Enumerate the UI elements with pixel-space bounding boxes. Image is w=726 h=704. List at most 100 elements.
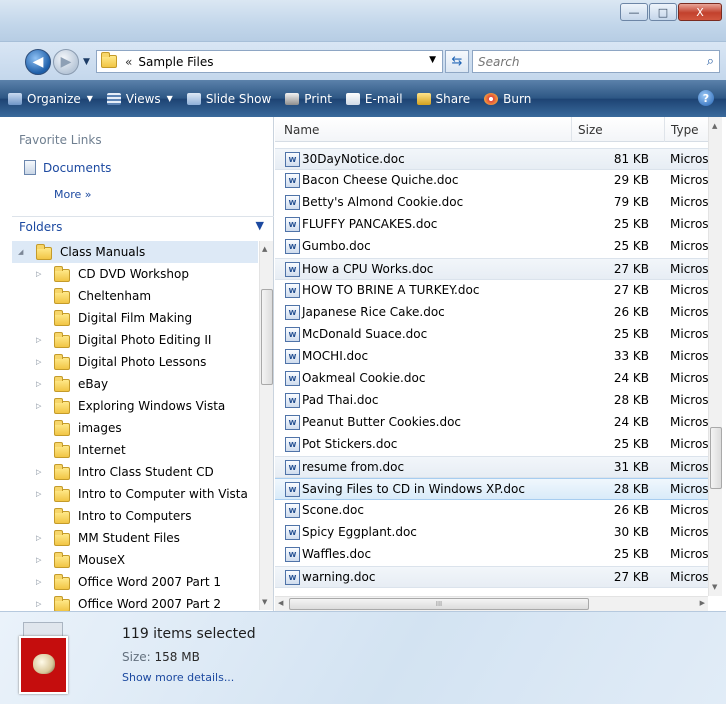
file-row[interactable]: W How a CPU Works.doc 27 KB Micros bbox=[275, 258, 708, 280]
file-row[interactable]: W Spicy Eggplant.doc 30 KB Micros bbox=[275, 522, 708, 544]
folder-tree-item[interactable]: images bbox=[12, 417, 258, 439]
file-size: 25 KB bbox=[613, 547, 649, 561]
file-row[interactable]: W Oakmeal Cookie.doc 24 KB Micros bbox=[275, 368, 708, 390]
folder-tree-scrollbar[interactable]: ▲ ▼ bbox=[259, 241, 273, 610]
burn-button[interactable]: Burn bbox=[484, 92, 531, 106]
expand-arrow-icon[interactable]: ▷ bbox=[36, 490, 41, 498]
file-list-vertical-scrollbar[interactable]: ▲ ▼ bbox=[708, 117, 722, 596]
scroll-up-icon[interactable]: ▲ bbox=[262, 245, 267, 253]
folder-tree-item[interactable]: ◢ Class Manuals bbox=[12, 241, 258, 263]
folder-tree-item[interactable]: ▷ eBay bbox=[12, 373, 258, 395]
help-button[interactable]: ? bbox=[698, 90, 714, 106]
expand-arrow-icon[interactable]: ▷ bbox=[36, 468, 41, 476]
scrollbar-thumb[interactable] bbox=[710, 427, 722, 489]
print-button[interactable]: Print bbox=[285, 92, 332, 106]
maximize-button[interactable]: □ bbox=[649, 3, 677, 21]
folder-tree-item[interactable]: Intro to Computers bbox=[12, 505, 258, 527]
file-type: Micros bbox=[670, 195, 708, 209]
folder-tree-item[interactable]: ▷ MouseX bbox=[12, 549, 258, 571]
close-button[interactable]: X bbox=[678, 3, 722, 21]
expand-arrow-icon[interactable]: ▷ bbox=[36, 534, 41, 542]
expand-arrow-icon[interactable]: ▷ bbox=[36, 270, 41, 278]
file-row[interactable]: W Pad Thai.doc 28 KB Micros bbox=[275, 390, 708, 412]
folder-tree-item[interactable]: Internet bbox=[12, 439, 258, 461]
file-row[interactable]: W Pot Stickers.doc 25 KB Micros bbox=[275, 434, 708, 456]
folder-tree-item[interactable]: ▷ Digital Photo Editing II bbox=[12, 329, 258, 351]
folder-tree-item[interactable]: ▷ Intro Class Student CD bbox=[12, 461, 258, 483]
search-input[interactable] bbox=[478, 54, 688, 69]
favorite-link-documents[interactable]: Documents bbox=[24, 160, 111, 175]
column-header-name[interactable]: Name bbox=[284, 123, 319, 137]
file-type: Micros bbox=[670, 460, 708, 474]
scrollbar-thumb[interactable] bbox=[261, 289, 273, 385]
breadcrumb-sample-files[interactable]: Sample Files bbox=[138, 55, 213, 69]
folders-header[interactable]: Folders ▼ bbox=[12, 216, 274, 236]
file-row[interactable]: W McDonald Suace.doc 25 KB Micros bbox=[275, 324, 708, 346]
email-button[interactable]: E-mail bbox=[345, 92, 403, 106]
expand-arrow-icon[interactable]: ▷ bbox=[36, 578, 41, 586]
column-header-size[interactable]: Size bbox=[578, 123, 603, 137]
expand-arrow-icon[interactable]: ▷ bbox=[36, 380, 41, 388]
file-row[interactable]: Wwarning.doc 27 KB Micros bbox=[275, 566, 708, 588]
views-button[interactable]: Views ▼ bbox=[106, 92, 173, 106]
folder-tree-item[interactable]: ▷ MM Student Files bbox=[12, 527, 258, 549]
file-row[interactable]: W Saving Files to CD in Windows XP.doc 28 … bbox=[275, 478, 708, 500]
organize-button[interactable]: Organize ▼ bbox=[8, 92, 93, 106]
address-dropdown-icon[interactable]: ▼ bbox=[429, 55, 436, 65]
expand-arrow-icon[interactable]: ▷ bbox=[36, 336, 41, 344]
scrollbar-thumb[interactable]: III bbox=[289, 598, 589, 610]
share-button[interactable]: Share bbox=[416, 92, 470, 106]
more-links[interactable]: More » bbox=[54, 188, 92, 201]
file-row[interactable]: W HOW TO BRINE A TURKEY.doc 27 KB Micros bbox=[275, 280, 708, 302]
back-button[interactable]: ◀ bbox=[25, 49, 51, 75]
file-row[interactable]: W 30DayNotice.doc 81 KB Micros bbox=[275, 148, 708, 170]
folder-tree-label: Digital Film Making bbox=[78, 311, 193, 325]
file-row[interactable]: W MOCHI.doc 33 KB Micros bbox=[275, 346, 708, 368]
search-box[interactable]: ⌕ bbox=[472, 50, 720, 73]
search-icon[interactable]: ⌕ bbox=[707, 54, 714, 69]
column-divider[interactable] bbox=[664, 117, 665, 142]
chevron-down-icon[interactable]: ▼ bbox=[256, 219, 264, 232]
column-divider[interactable] bbox=[571, 117, 572, 142]
file-size: 25 KB bbox=[613, 239, 649, 253]
file-row[interactable]: W Waffles.doc 25 KB Micros bbox=[275, 544, 708, 566]
scroll-left-icon[interactable]: ◀ bbox=[278, 599, 283, 607]
scroll-down-icon[interactable]: ▼ bbox=[262, 598, 267, 606]
show-more-details-link[interactable]: Show more details... bbox=[122, 671, 234, 684]
file-list-horizontal-scrollbar[interactable]: ◀ III ▶ bbox=[275, 596, 708, 611]
refresh-button[interactable]: ⇆ bbox=[445, 50, 469, 73]
forward-button[interactable]: ▶ bbox=[53, 49, 79, 75]
folder-tree-item[interactable]: Cheltenham bbox=[12, 285, 258, 307]
slideshow-button[interactable]: Slide Show bbox=[186, 92, 271, 106]
folder-tree-item[interactable]: ▷ Intro to Computer with Vista bbox=[12, 483, 258, 505]
collapse-arrow-icon[interactable]: ◢ bbox=[18, 248, 23, 256]
file-name: Pad Thai.doc bbox=[302, 393, 379, 407]
folder-tree-item[interactable]: ▷ Exploring Windows Vista bbox=[12, 395, 258, 417]
folder-tree-item[interactable]: ▷ Digital Photo Lessons bbox=[12, 351, 258, 373]
minimize-button[interactable]: — bbox=[620, 3, 648, 21]
scroll-down-icon[interactable]: ▼ bbox=[712, 583, 717, 591]
expand-arrow-icon[interactable]: ▷ bbox=[36, 600, 41, 608]
folder-tree-item[interactable]: Digital Film Making bbox=[12, 307, 258, 329]
back-arrow-icon: ◀ bbox=[32, 54, 44, 70]
expand-arrow-icon[interactable]: ▷ bbox=[36, 402, 41, 410]
folder-tree-item[interactable]: ▷ Office Word 2007 Part 1 bbox=[12, 571, 258, 593]
file-row[interactable]: W FLUFFY PANCAKES.doc 25 KB Micros bbox=[275, 214, 708, 236]
file-row[interactable]: W Peanut Butter Cookies.doc 24 KB Micros bbox=[275, 412, 708, 434]
file-row[interactable]: Wresume from.doc 31 KB Micros bbox=[275, 456, 708, 478]
file-row[interactable]: W Scone.doc 26 KB Micros bbox=[275, 500, 708, 522]
expand-arrow-icon[interactable]: ▷ bbox=[36, 358, 41, 366]
breadcrumb-chevron[interactable]: « bbox=[125, 55, 132, 69]
file-row[interactable]: W Japanese Rice Cake.doc 26 KB Micros bbox=[275, 302, 708, 324]
column-header-type[interactable]: Type bbox=[671, 123, 699, 137]
address-field[interactable]: « Sample Files ▼ bbox=[96, 50, 443, 73]
expand-arrow-icon[interactable]: ▷ bbox=[36, 556, 41, 564]
file-row[interactable]: W Betty's Almond Cookie.doc 79 KB Micros bbox=[275, 192, 708, 214]
scroll-right-icon[interactable]: ▶ bbox=[700, 599, 705, 607]
scroll-up-icon[interactable]: ▲ bbox=[712, 122, 717, 130]
file-row[interactable]: W Bacon Cheese Quiche.doc 29 KB Micros bbox=[275, 170, 708, 192]
folder-tree-item[interactable]: ▷ CD DVD Workshop bbox=[12, 263, 258, 285]
file-row[interactable]: W Gumbo.doc 25 KB Micros bbox=[275, 236, 708, 258]
chevron-down-icon: ▼ bbox=[166, 94, 173, 103]
recent-pages-dropdown[interactable]: ▼ bbox=[83, 57, 90, 67]
